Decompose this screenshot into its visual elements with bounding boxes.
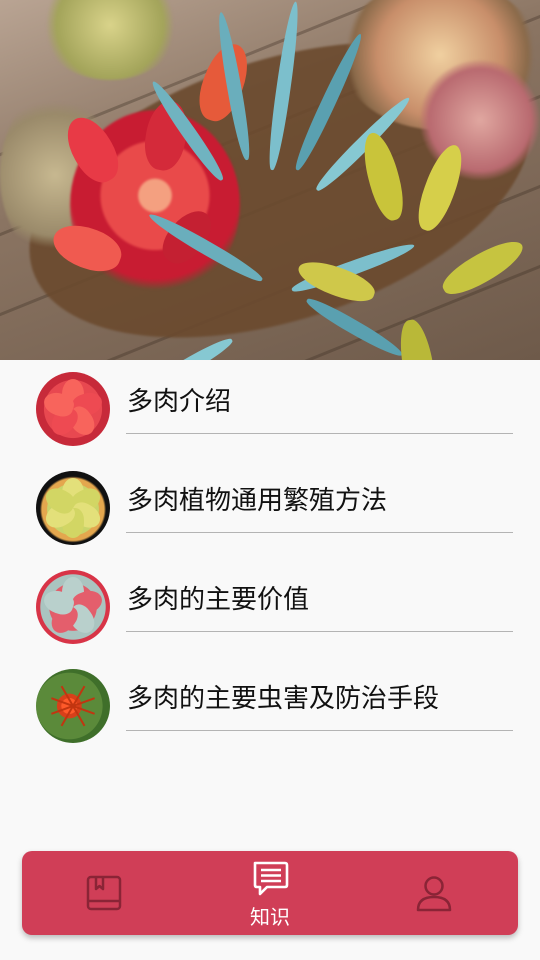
bottom-nav: 知识 [22, 851, 518, 935]
chat-lines-icon [251, 859, 289, 901]
pink-succulent-thumbnail [36, 570, 110, 644]
list-item-label: 多肉的主要虫害及防治手段 [127, 684, 440, 714]
succulent-banner-image [0, 0, 540, 360]
nav-knowledge-tab[interactable]: 知识 [210, 851, 330, 935]
person-icon [415, 874, 453, 916]
red-spider-mite-thumbnail [36, 669, 110, 743]
divider [126, 730, 513, 731]
book-icon [85, 874, 123, 916]
yellow-succulent-thumbnail [36, 471, 110, 545]
list-item-label: 多肉植物通用繁殖方法 [127, 486, 388, 516]
article-list: 多肉介绍 多肉植物通用繁殖方法 多肉的主要价值 多肉的主要虫害及防治手段 [0, 360, 540, 756]
nav-knowledge-label: 知识 [250, 905, 290, 929]
list-item[interactable]: 多肉介绍 [0, 360, 540, 459]
divider [126, 532, 513, 533]
list-item[interactable]: 多肉的主要虫害及防治手段 [0, 657, 540, 756]
app-screen: 多肉介绍 多肉植物通用繁殖方法 多肉的主要价值 多肉的主要虫害及防治手段 知识 [0, 0, 540, 960]
list-item[interactable]: 多肉的主要价值 [0, 558, 540, 657]
divider [126, 631, 513, 632]
list-item[interactable]: 多肉植物通用繁殖方法 [0, 459, 540, 558]
nav-books-tab[interactable] [44, 851, 164, 935]
list-item-label: 多肉的主要价值 [127, 585, 310, 615]
red-succulent-thumbnail [36, 372, 110, 446]
nav-profile-tab[interactable] [374, 851, 494, 935]
divider [126, 433, 513, 434]
list-item-label: 多肉介绍 [127, 387, 232, 417]
